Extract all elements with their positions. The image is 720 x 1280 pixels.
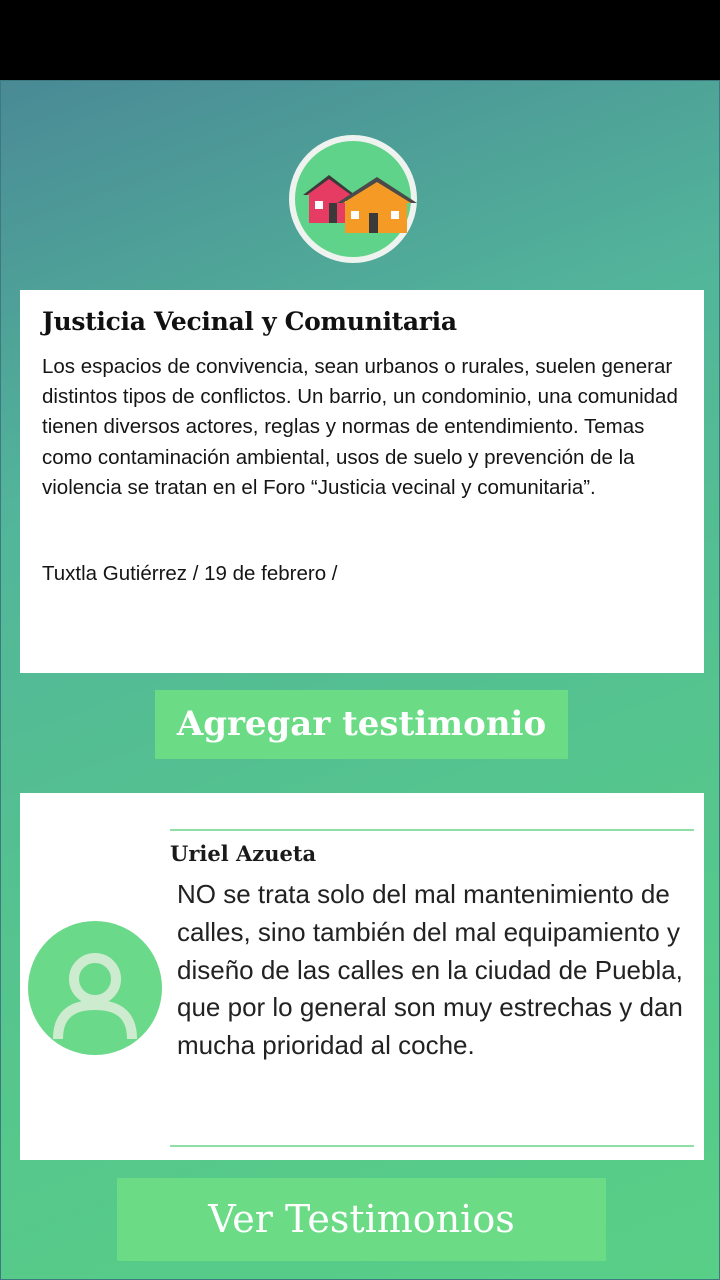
- status-bar: [0, 0, 720, 80]
- user-avatar-icon: [28, 921, 162, 1055]
- forum-logo: [289, 135, 417, 263]
- forum-title: Justicia Vecinal y Comunitaria: [42, 307, 457, 336]
- view-testimonies-button[interactable]: Ver Testimonios: [117, 1178, 606, 1261]
- forum-card: Justicia Vecinal y Comunitaria Los espac…: [20, 290, 704, 673]
- forum-description: Los espacios de convivencia, sean urbano…: [42, 355, 678, 499]
- add-testimony-button[interactable]: Agregar testimonio: [155, 690, 568, 759]
- testimony-author: Uriel Azueta: [170, 841, 317, 866]
- testimony-divider-bottom: [170, 1145, 694, 1147]
- testimony-divider-top: [170, 829, 694, 831]
- forum-location-date: Tuxtla Gutiérrez / 19 de febrero /: [42, 562, 338, 585]
- testimony-card[interactable]: Uriel Azueta NO se trata solo del mal ma…: [20, 793, 704, 1160]
- testimony-text: NO se trata solo del mal mantenimiento d…: [177, 879, 683, 1061]
- houses-icon: [303, 175, 417, 233]
